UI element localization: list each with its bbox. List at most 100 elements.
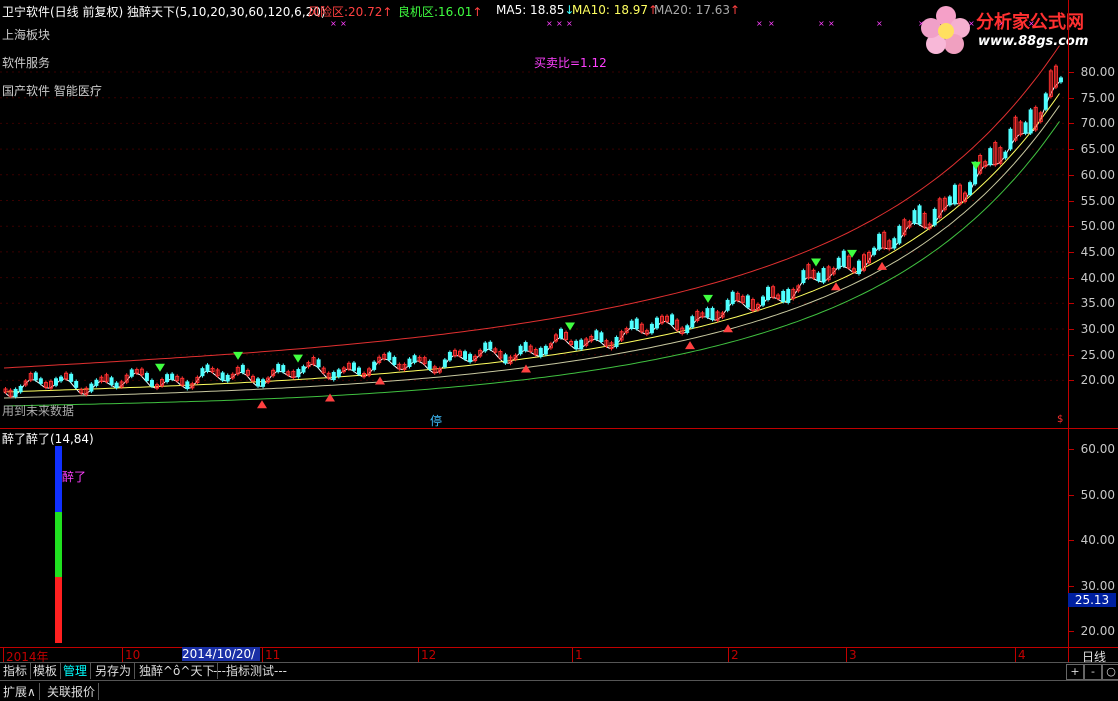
candle-body — [685, 325, 690, 333]
tab-indicator-test[interactable]: ---指标测试--- — [210, 663, 290, 679]
candle-body — [281, 365, 286, 373]
candle-body — [559, 328, 563, 339]
ma20-arrow-icon: ↑ — [730, 3, 741, 17]
expand-toggle[interactable]: 扩展∧ — [0, 683, 40, 700]
ma20-label: MA20: 17.63 — [654, 3, 731, 17]
date-axis-label: 2014年 — [3, 648, 49, 664]
candle-body — [725, 299, 730, 311]
top-marker: × — [756, 19, 763, 28]
tab-save-as[interactable]: 另存为 — [92, 663, 136, 679]
zoom-in-button[interactable]: + — [1066, 664, 1084, 680]
candle-body — [372, 361, 377, 370]
tab-manage[interactable]: 管理 — [60, 663, 92, 679]
tab-indicator[interactable]: 指标 — [0, 663, 32, 679]
candle-body — [331, 372, 336, 381]
candle-body — [129, 369, 134, 377]
indicator-bar-blue — [55, 446, 62, 512]
candle-body — [114, 382, 119, 388]
chart-header: 卫宁软件(日线 前复权) 独醉天下(5,10,20,30,60,120,6,20… — [2, 3, 326, 20]
candle-body — [94, 379, 99, 386]
candle-body — [816, 272, 821, 282]
buy-arrow-icon — [233, 351, 243, 360]
candle-body — [38, 378, 43, 384]
candle-body — [59, 376, 64, 382]
price-axis-tick — [1069, 97, 1074, 99]
ma5-readout: MA5: 18.85↓ — [496, 3, 574, 17]
candle-body — [614, 336, 619, 347]
price-axis-label: 35.00 — [1080, 296, 1115, 311]
candle-body — [670, 314, 675, 325]
candle-body — [947, 196, 952, 206]
candle-body — [74, 380, 79, 388]
candle-body — [574, 340, 579, 350]
related-quotes-button[interactable]: 关联报价 — [44, 683, 100, 700]
candle-body — [634, 318, 639, 330]
candle-body — [316, 359, 321, 368]
top-marker: × — [768, 19, 775, 28]
top-marker: × — [556, 19, 563, 28]
future-data-note: 用到未来数据 — [2, 404, 75, 418]
top-marker: × — [566, 19, 573, 28]
candle-body — [351, 362, 356, 371]
candle-body — [761, 296, 765, 306]
indicator-label: 醉了 — [62, 470, 87, 484]
candle-body — [988, 148, 993, 165]
sell-arrow-icon — [521, 364, 531, 373]
buy-arrow-icon — [971, 161, 981, 170]
candle-body — [220, 372, 225, 381]
block-domestic-software[interactable]: 国产软件 智能医疗 — [2, 82, 102, 99]
candle-body — [13, 388, 18, 397]
price-axis-label: 70.00 — [1080, 116, 1115, 131]
candle-body — [594, 330, 599, 340]
buy-sell-ratio: 买卖比=1.12 — [534, 56, 607, 70]
indicator-axis: 60.00 50.00 40.00 30.00 20.00 — [1068, 429, 1118, 647]
price-axis-label: 20.00 — [1080, 373, 1115, 388]
top-marker: × — [546, 19, 553, 28]
candle-body — [629, 320, 634, 329]
zoom-out-button[interactable]: - — [1084, 664, 1102, 680]
price-axis-label: 45.00 — [1080, 244, 1115, 259]
formula-tab-bar: 指标 模板 管理 另存为 独醉^ô^天下 ---指标测试--- + - ○ — [0, 662, 1118, 680]
lower-band-line — [3, 121, 1060, 407]
ma20-readout: MA20: 17.63↑ — [654, 3, 740, 17]
candle-body — [1043, 93, 1048, 110]
candle-body — [503, 354, 508, 364]
candle-body — [387, 352, 392, 361]
candle-body — [240, 364, 245, 373]
candle-body — [256, 378, 260, 387]
tab-template[interactable]: 模板 — [30, 663, 62, 679]
sell-arrow-icon — [831, 282, 841, 291]
candle-body — [225, 374, 230, 382]
candle-body — [185, 381, 190, 390]
candle-body — [170, 373, 175, 380]
tab-duzui-tianxia[interactable]: 独醉^ô^天下 — [136, 663, 219, 679]
date-axis-label: 12 — [418, 648, 436, 662]
zoom-reset-button[interactable]: ○ — [1102, 664, 1118, 680]
block-software-service[interactable]: 软件服务 — [2, 54, 50, 71]
candle-body — [654, 317, 659, 329]
candle-body — [301, 366, 306, 373]
buy-arrow-icon — [811, 258, 821, 267]
price-axis-tick — [1069, 251, 1074, 253]
candle-body — [69, 373, 74, 382]
candle-body — [407, 358, 412, 367]
price-axis-tick — [1069, 200, 1074, 202]
candle-body — [488, 341, 493, 350]
candle-body — [412, 355, 417, 363]
period-selector[interactable]: 日线 — [1068, 647, 1118, 664]
indicator-axis-tick — [1069, 494, 1074, 496]
candle-body — [200, 368, 205, 377]
risk-readout: 风险区:20.72↑ — [308, 3, 392, 20]
top-marker: × — [330, 19, 337, 28]
good-value: 16.01 — [438, 5, 473, 19]
candle-body — [841, 250, 846, 267]
block-shanghai[interactable]: 上海板块 — [2, 26, 50, 43]
candle-body — [18, 385, 23, 393]
top-marker: × — [828, 19, 835, 28]
candle-body — [897, 225, 902, 244]
price-axis: 80.00 75.00 70.00 65.00 60.00 55.00 50.00 45.00… — [1068, 0, 1118, 428]
indicator-panel[interactable] — [0, 429, 1068, 647]
ma10-readout: MA10: 18.97↑ — [572, 3, 658, 17]
indicator-canvas[interactable] — [0, 429, 1068, 647]
candle-body — [538, 347, 543, 357]
